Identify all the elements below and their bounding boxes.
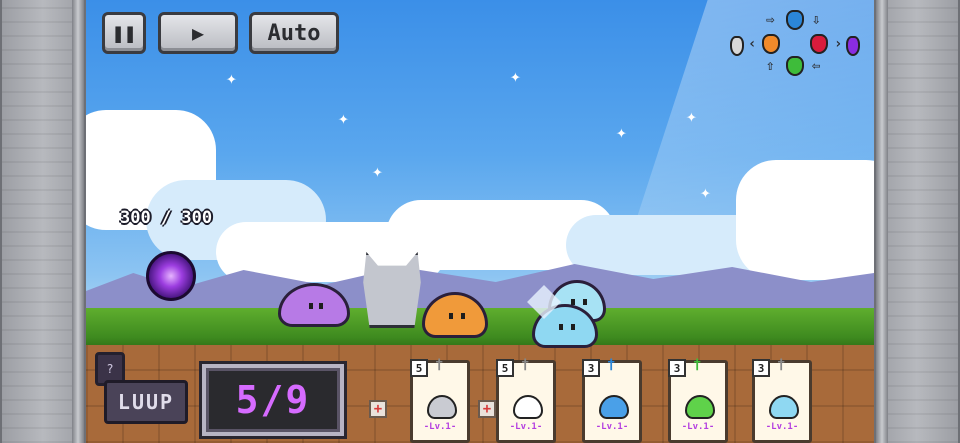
earth-gem-icon: [786, 56, 804, 76]
cloud: [736, 160, 874, 280]
player-portal-icon: [146, 251, 196, 301]
sparkle-star: ✦: [372, 161, 383, 182]
sparkle-star: ✦: [338, 108, 349, 129]
monster-card-green-slime[interactable]: 3 † -Lv.1-: [668, 357, 728, 443]
card-cost: 5: [410, 359, 428, 377]
water-gem-icon: [786, 10, 804, 30]
sword-icon: †: [693, 357, 702, 373]
sparkle-star: ✦: [686, 106, 697, 127]
player-hp-text: 300 / 300: [120, 208, 213, 228]
blue-slime-icon: [599, 395, 629, 419]
monster-card-wolf[interactable]: 5 † -Lv.1-: [410, 357, 470, 443]
monster-card-rabbit[interactable]: 5 † -Lv.1-: [496, 357, 556, 443]
left-stone-panel: [0, 0, 86, 443]
arrow-icon: ⇦: [812, 58, 821, 74]
plus-icon: +: [373, 401, 383, 417]
arrow-icon: ⇧: [766, 58, 775, 74]
arrow-icon: ⇩: [812, 12, 821, 28]
card-level: -Lv.1-: [509, 422, 543, 432]
sparkle-star: ✦: [226, 68, 237, 89]
add-card-button[interactable]: +: [369, 400, 387, 418]
sparkle-star: ✦: [510, 66, 521, 87]
card-level: -Lv.1-: [765, 422, 799, 432]
wolf-icon: [427, 395, 457, 419]
element-wheel: ⇨ ⇩ ⇧ ⇦ ‹ ›: [728, 8, 864, 80]
play-icon: ▶: [191, 21, 205, 45]
card-level: -Lv.1-: [595, 422, 629, 432]
luup-slot-label: ?: [106, 362, 114, 376]
auto-button[interactable]: Auto: [249, 12, 339, 54]
card-cost: 3: [668, 359, 686, 377]
auto-label: Auto: [267, 20, 321, 46]
counter-text: 5/9: [235, 378, 311, 422]
pause-icon: ❚❚: [111, 21, 137, 45]
play-button[interactable]: ▶: [158, 12, 238, 54]
left-rail: [72, 0, 84, 443]
sword-icon: †: [607, 357, 616, 373]
fire-gem-icon: [762, 34, 780, 54]
sparkle-star: ✦: [700, 182, 711, 203]
luup-button[interactable]: LUUP: [104, 380, 188, 424]
plus-icon: +: [482, 401, 492, 417]
cyan-slime-icon: [769, 395, 799, 419]
sword-icon: †: [777, 357, 786, 373]
dark-gem-icon: [846, 36, 860, 56]
light-gem-icon: [730, 36, 744, 56]
card-level: -Lv.1-: [681, 422, 715, 432]
arrow-icon: ‹: [748, 36, 757, 52]
right-rail: [876, 0, 888, 443]
sword-icon: †: [435, 357, 444, 373]
monster-card-blue-slime[interactable]: 3 † -Lv.1-: [582, 357, 642, 443]
card-cost: 3: [752, 359, 770, 377]
arrow-icon: ›: [834, 36, 843, 52]
green-slime-icon: [685, 395, 715, 419]
blood-gem-icon: [810, 34, 828, 54]
card-level: -Lv.1-: [423, 422, 457, 432]
right-stone-panel: [874, 0, 960, 443]
monster-card-cyan-slime[interactable]: 3 † -Lv.1-: [752, 357, 812, 443]
sparkle-star: ✦: [616, 122, 627, 143]
arrow-icon: ⇨: [766, 12, 775, 28]
card-cost: 5: [496, 359, 514, 377]
add-card-button[interactable]: +: [478, 400, 496, 418]
sword-icon: †: [521, 357, 530, 373]
card-cost: 3: [582, 359, 600, 377]
rabbit-icon: [513, 395, 543, 419]
pause-button[interactable]: ❚❚: [102, 12, 146, 54]
summon-counter: 5/9: [202, 364, 344, 436]
luup-label: LUUP: [117, 390, 175, 414]
